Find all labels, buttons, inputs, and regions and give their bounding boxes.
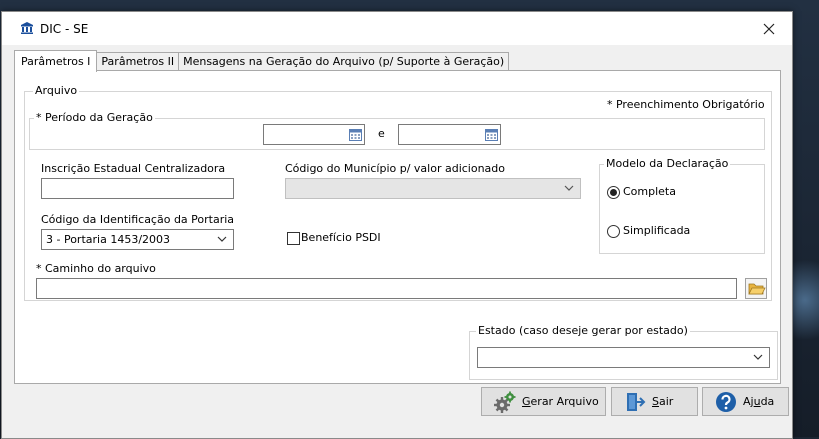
caminho-label: * Caminho do arquivo bbox=[36, 262, 156, 275]
help-icon bbox=[716, 391, 736, 412]
caminho-input[interactable] bbox=[36, 278, 737, 299]
calendar-icon[interactable] bbox=[349, 128, 362, 141]
periodo-start-field[interactable] bbox=[263, 124, 365, 145]
modelo-completa-radio[interactable] bbox=[607, 186, 620, 199]
ajuda-button[interactable]: Ajuda bbox=[702, 387, 789, 416]
modelo-simplificada-radio[interactable] bbox=[607, 225, 620, 238]
browse-folder-button[interactable] bbox=[745, 278, 767, 299]
modelo-legend: Modelo da Declaração bbox=[604, 157, 731, 170]
codigo-municipio-select[interactable] bbox=[285, 178, 581, 199]
window-title: DIC - SE bbox=[40, 22, 89, 36]
ajuda-label: Ajuda bbox=[743, 395, 775, 408]
periodo-group: * Período da Geração e bbox=[29, 111, 765, 150]
estado-select[interactable] bbox=[477, 347, 770, 368]
radio-selected-dot bbox=[610, 189, 617, 196]
estado-group: Estado (caso deseje gerar por estado) bbox=[469, 324, 778, 380]
inscricao-label: Inscrição Estadual Centralizadora bbox=[41, 162, 226, 175]
tab-panel-parametros-i: Arquivo * Preenchimento Obrigatório * Pe… bbox=[14, 70, 781, 384]
chevron-down-icon bbox=[753, 354, 763, 360]
close-button[interactable] bbox=[746, 12, 792, 45]
tab-parametros-ii[interactable]: Parâmetros II bbox=[96, 52, 180, 71]
calendar-icon[interactable] bbox=[485, 128, 498, 141]
gear-icon bbox=[494, 391, 516, 413]
tab-mensagens[interactable]: Mensagens na Geração do Arquivo (p/ Supo… bbox=[178, 52, 510, 71]
modelo-completa-label[interactable]: Completa bbox=[623, 185, 676, 198]
periodo-separator: e bbox=[378, 127, 385, 140]
dialog-window: DIC - SE Parâmetros I Parâmetros II Mens… bbox=[1, 11, 793, 439]
portaria-value: 3 - Portaria 1453/2003 bbox=[46, 233, 171, 246]
periodo-legend: * Período da Geração bbox=[34, 111, 155, 124]
close-icon bbox=[763, 23, 775, 34]
sair-button[interactable]: Sair bbox=[611, 387, 698, 416]
tab-strip: Parâmetros I Parâmetros II Mensagens na … bbox=[14, 50, 510, 72]
modelo-simplificada-label[interactable]: Simplificada bbox=[623, 224, 690, 237]
inscricao-input[interactable] bbox=[41, 178, 234, 199]
beneficio-psdi-label[interactable]: Benefício PSDI bbox=[301, 231, 381, 244]
folder-open-icon bbox=[748, 283, 766, 295]
chevron-down-icon bbox=[564, 185, 574, 191]
gerar-arquivo-button[interactable]: Gerar Arquivo bbox=[481, 387, 606, 416]
exit-door-icon bbox=[627, 392, 646, 411]
portaria-select[interactable]: 3 - Portaria 1453/2003 bbox=[41, 229, 234, 250]
title-bar: DIC - SE bbox=[2, 12, 792, 45]
arquivo-legend: Arquivo bbox=[33, 84, 80, 97]
required-note: * Preenchimento Obrigatório bbox=[607, 98, 765, 111]
bank-building-icon bbox=[21, 22, 33, 34]
beneficio-psdi-checkbox[interactable] bbox=[287, 232, 300, 245]
arquivo-group: Arquivo * Preenchimento Obrigatório * Pe… bbox=[24, 84, 772, 301]
tab-parametros-i[interactable]: Parâmetros I bbox=[14, 50, 98, 72]
sair-label: Sair bbox=[652, 395, 674, 408]
gerar-arquivo-label: Gerar Arquivo bbox=[522, 395, 599, 408]
estado-legend: Estado (caso deseje gerar por estado) bbox=[476, 324, 690, 337]
periodo-end-field[interactable] bbox=[398, 124, 501, 145]
portaria-label: Código da Identificação da Portaria bbox=[41, 213, 235, 226]
chevron-down-icon bbox=[217, 236, 227, 242]
modelo-group: Modelo da Declaração Completa Simplifica… bbox=[599, 157, 765, 254]
codigo-municipio-label: Código do Município p/ valor adicionado bbox=[285, 162, 506, 175]
